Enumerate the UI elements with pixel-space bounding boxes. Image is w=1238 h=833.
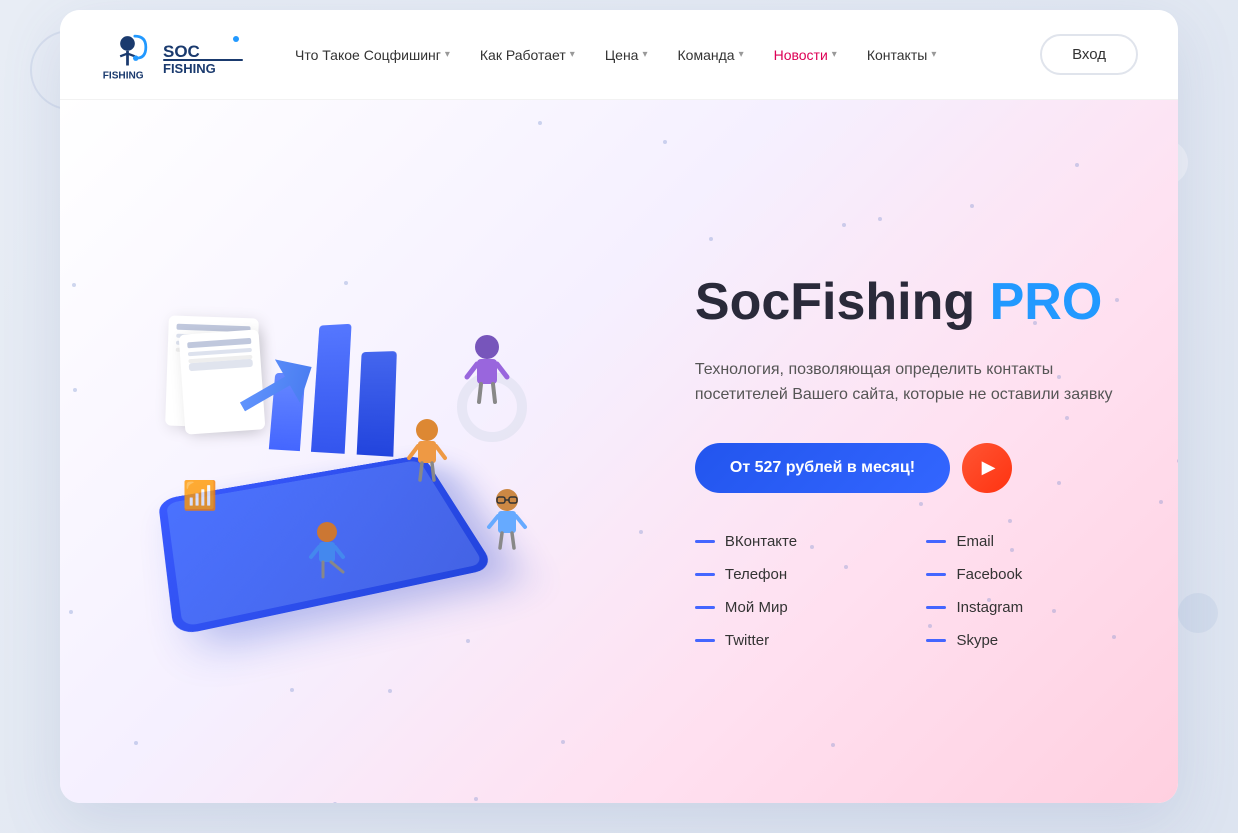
contact-dash <box>926 540 946 543</box>
chevron-icon: ▾ <box>931 49 936 60</box>
hero-illustration: 📶 <box>60 100 675 803</box>
cta-prefix: От <box>730 459 755 476</box>
contact-label-vk: ВКонтакте <box>725 533 797 550</box>
contacts-grid: ВКонтакте Email Телефон Facebook Мой Мир Inst… <box>695 533 1128 649</box>
logo[interactable]: FISHING SOC FISHING <box>100 27 243 82</box>
nav-right: Вход <box>1040 34 1138 75</box>
contact-label-twitter: Twitter <box>725 632 769 649</box>
contact-item-vk: ВКонтакте <box>695 533 897 550</box>
page-wrapper: FISHING SOC FISHING Что Такое Соцфишинг ▾… <box>0 0 1238 833</box>
nav-label-team: Команда <box>678 47 735 63</box>
cta-button[interactable]: От 527 рублей в месяц! <box>695 443 950 493</box>
contact-dash <box>695 606 715 609</box>
hero-title-part1: SocFishing <box>695 273 990 331</box>
hero-title: SocFishing PRO <box>695 274 1128 331</box>
chevron-icon: ▾ <box>739 49 744 60</box>
nav-link-contacts[interactable]: Контакты ▾ <box>855 39 949 71</box>
contact-label-phone: Телефон <box>725 566 787 583</box>
nav-link-news[interactable]: Новости ▾ <box>762 39 849 71</box>
contact-label-email: Email <box>956 533 994 550</box>
nav-link-price[interactable]: Цена▾ <box>593 39 660 71</box>
hero-section: 📶 <box>60 100 1178 803</box>
nav-link-how[interactable]: Как Работает ▾ <box>468 39 587 71</box>
nav-link-team[interactable]: Команда ▾ <box>666 39 756 71</box>
contact-dash <box>926 606 946 609</box>
contact-item-facebook: Facebook <box>926 566 1128 583</box>
chevron-icon: ▾ <box>642 49 647 60</box>
hero-title-pro: PRO <box>990 273 1103 331</box>
chevron-icon: ▾ <box>445 49 450 60</box>
contact-dash <box>926 639 946 642</box>
main-card: FISHING SOC FISHING Что Такое Соцфишинг ▾… <box>60 10 1178 803</box>
contact-dash <box>695 540 715 543</box>
nav-label-news: Новости <box>774 47 828 63</box>
chevron-icon: ▾ <box>570 49 575 60</box>
contact-label-skype: Skype <box>956 632 998 649</box>
contact-dash <box>695 573 715 576</box>
contact-item-skype: Skype <box>926 632 1128 649</box>
contact-label-instagram: Instagram <box>956 599 1023 616</box>
hero-content: SocFishing PRO Технология, позволяющая о… <box>675 100 1178 803</box>
hero-cta: От 527 рублей в месяц! <box>695 443 1128 493</box>
svg-text:FISHING: FISHING <box>103 70 144 81</box>
cta-price: 527 <box>755 459 782 476</box>
hero-description: Технология, позволяющая определить конта… <box>695 357 1115 408</box>
nav-label-what: Что Такое Соцфишинг <box>295 47 441 63</box>
nav-links: Что Такое Соцфишинг▾Как Работает▾Цена▾Ко… <box>283 39 1040 71</box>
figures-svg <box>127 252 607 652</box>
contact-item-twitter: Twitter <box>695 632 897 649</box>
deco-circle-2 <box>1178 593 1218 633</box>
nav-label-how: Как Работает <box>480 47 566 63</box>
contact-dash <box>695 639 715 642</box>
contact-label-myworld: Мой Мир <box>725 599 788 616</box>
contact-item-myworld: Мой Мир <box>695 599 897 616</box>
contact-item-instagram: Instagram <box>926 599 1128 616</box>
contact-dash <box>926 573 946 576</box>
cta-suffix: рублей в месяц! <box>781 459 915 476</box>
play-button[interactable] <box>962 443 1012 493</box>
login-button[interactable]: Вход <box>1040 34 1138 75</box>
nav-label-contacts: Контакты <box>867 47 927 63</box>
nav-link-what[interactable]: Что Такое Соцфишинг ▾ <box>283 39 462 71</box>
chevron-icon: ▾ <box>832 49 837 60</box>
navbar: FISHING SOC FISHING Что Такое Соцфишинг ▾… <box>60 10 1178 100</box>
svg-text:SOC: SOC <box>163 42 200 61</box>
nav-label-price: Цена <box>605 47 639 63</box>
contact-item-email: Email <box>926 533 1128 550</box>
contact-label-facebook: Facebook <box>956 566 1022 583</box>
isometric-illustration: 📶 <box>127 252 607 652</box>
contact-item-phone: Телефон <box>695 566 897 583</box>
svg-text:FISHING: FISHING <box>163 61 216 75</box>
logo-icon: FISHING <box>100 27 155 82</box>
logo-text: SOC FISHING <box>163 35 243 75</box>
